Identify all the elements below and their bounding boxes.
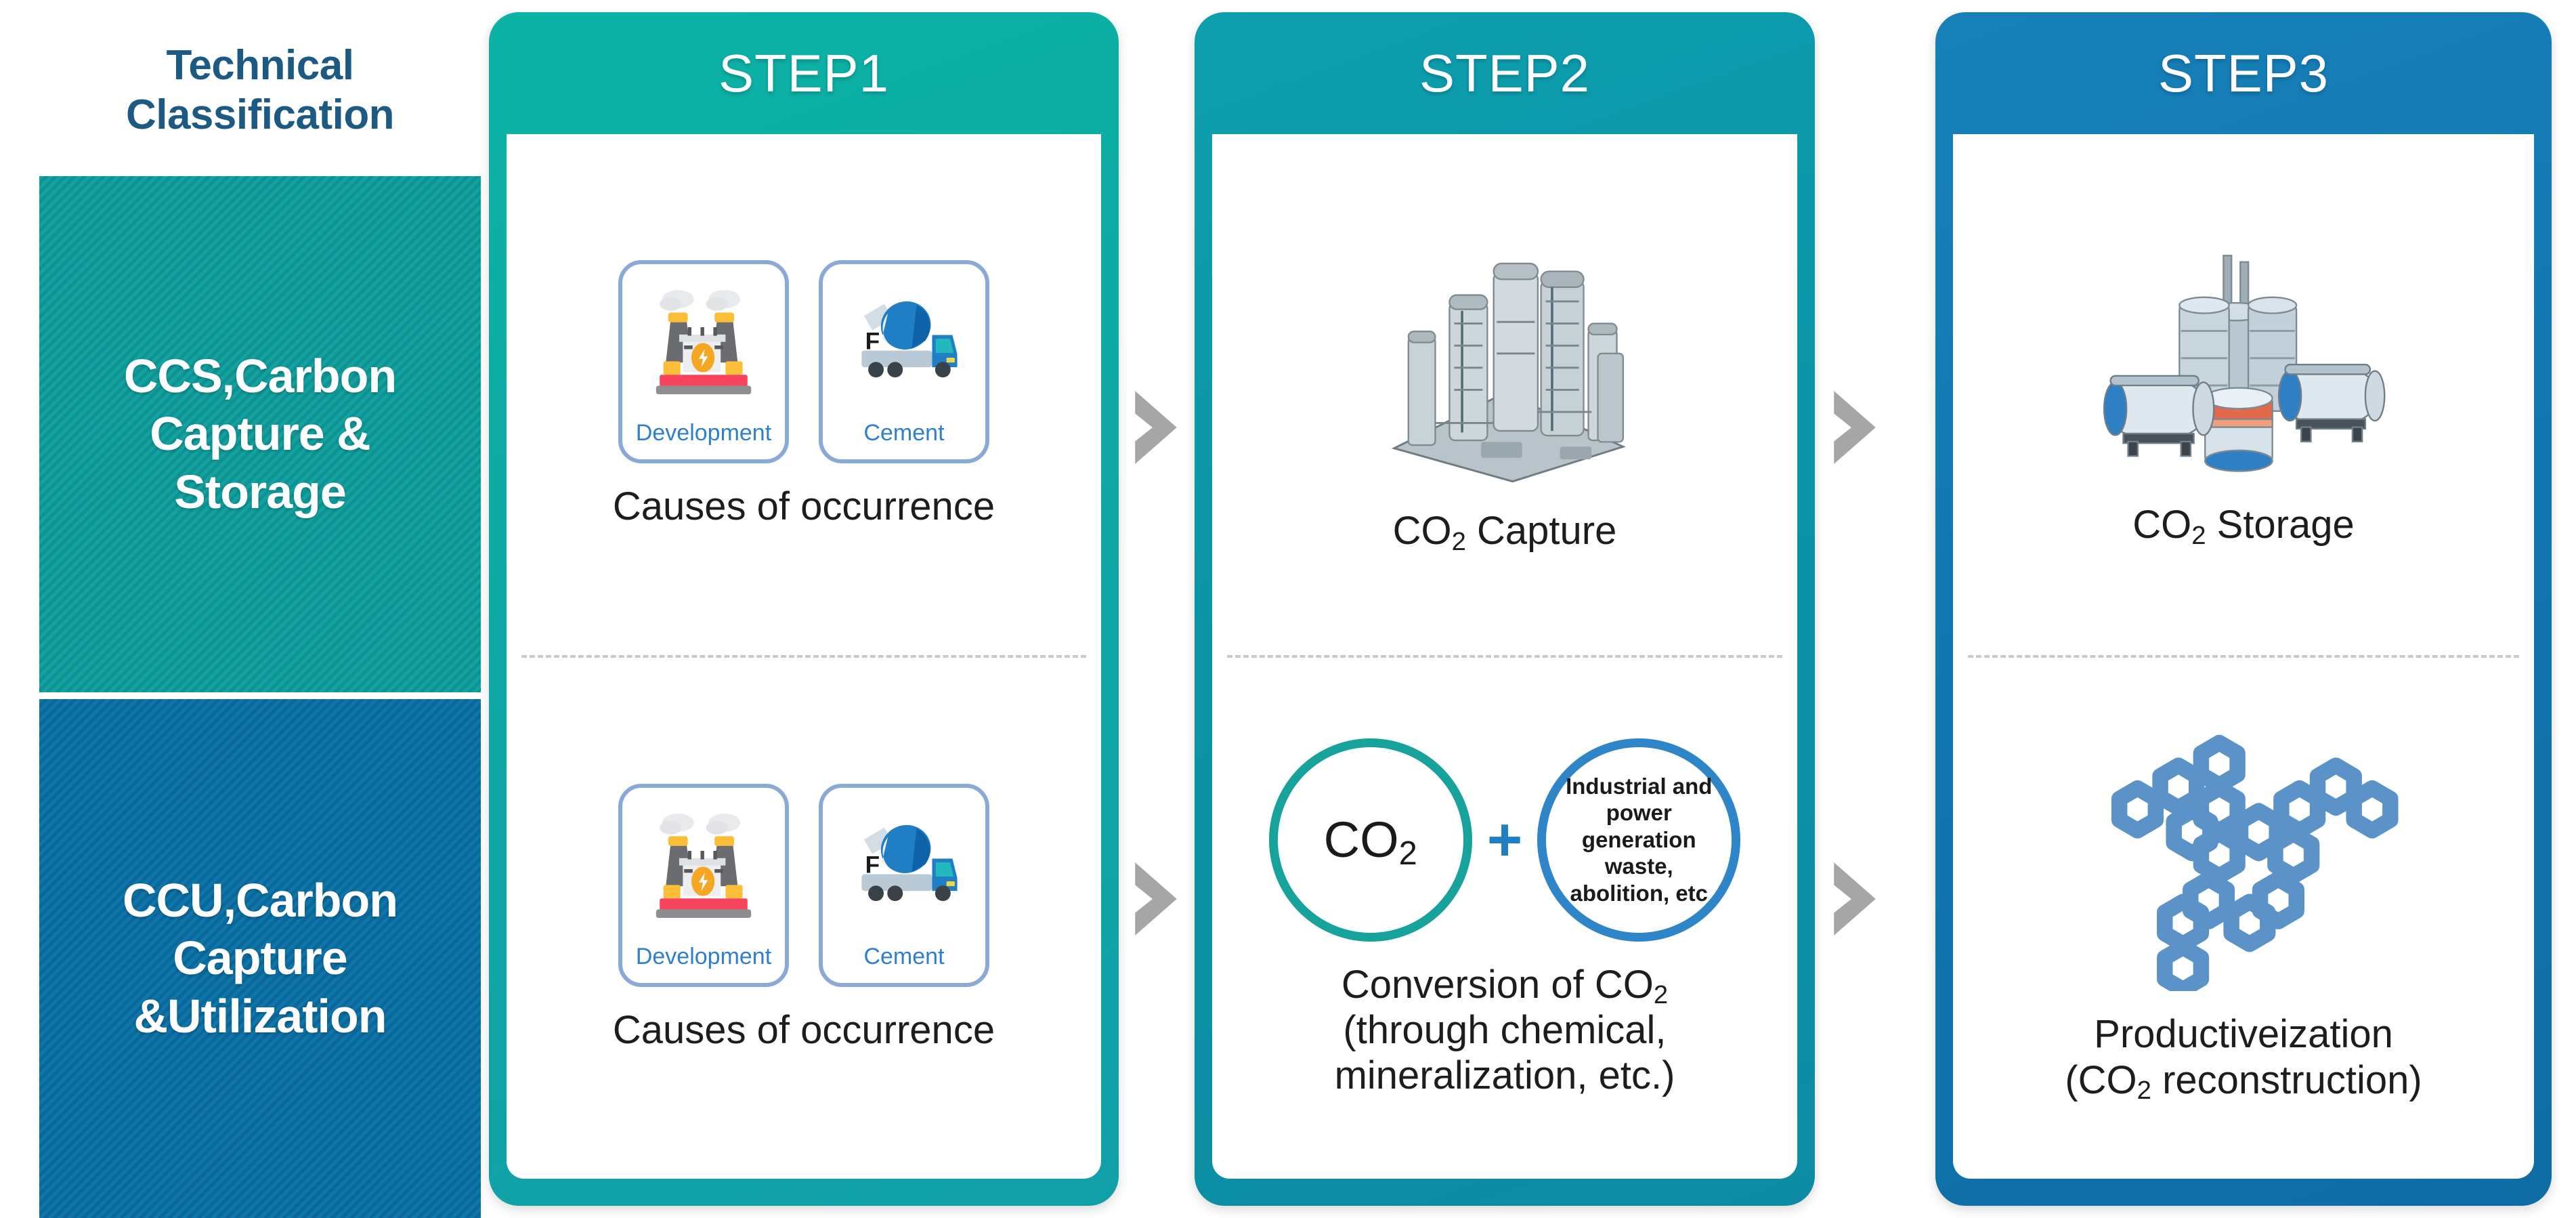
step-2-bottom-caption-line-2: (through chemical, [1343, 1007, 1667, 1052]
step-2-top-caption-sub: 2 [1451, 526, 1466, 556]
plus-icon: + [1486, 805, 1523, 874]
step-3-top-caption-pre: CO [2132, 503, 2192, 547]
co2-circle-label: CO [1323, 812, 1399, 868]
ccu-label-line-2: Capture [173, 931, 347, 985]
step-2-top-caption-post: Capture [1465, 509, 1617, 553]
classification-block-ccu: CCU,Carbon Capture &Utilization [39, 699, 481, 1218]
tile-cement-top[interactable]: F Cement [819, 259, 989, 463]
tile-development-top[interactable]: Development [618, 259, 789, 463]
chevron-right-icon [1828, 387, 1881, 467]
step-3-top-caption-sub: 2 [2191, 520, 2206, 550]
step-3-header: STEP3 [2158, 43, 2330, 103]
cement-mixer-truck-icon: F [823, 788, 985, 945]
step-3-top-caption-post: Storage [2206, 503, 2355, 547]
ccs-label-line-2: Capture & [150, 407, 370, 461]
step-3-bottom-caption-line-2-post: reconstruction) [2151, 1057, 2422, 1102]
step-1-top-caption: Causes of occurrence [603, 484, 1004, 529]
tile-label-cement-bottom: Cement [863, 943, 945, 969]
co2-circle-sub: 2 [1398, 835, 1417, 872]
power-plant-icon [622, 788, 785, 945]
step-1-bottom-tiles: Development F Cement [618, 783, 989, 987]
classification-title-line-2: Classification [125, 91, 395, 138]
classification-title-line-1: Technical [166, 41, 354, 89]
tile-development-bottom[interactable]: Development [618, 783, 789, 987]
step-2-bottom-caption-line-1-pre: Conversion of CO [1341, 962, 1654, 1007]
step-2-bottom-caption: Conversion of CO2 (through chemical, min… [1325, 962, 1685, 1099]
step-1-bottom-caption: Causes of occurrence [603, 1007, 1004, 1053]
step-1-top-caption-text: Causes of occurrence [612, 484, 995, 528]
step-3-bottom-caption-line-2-sub: 2 [2137, 1075, 2151, 1105]
step-2-bottom-caption-line-1-sub: 2 [1653, 980, 1669, 1009]
tile-cement-bottom[interactable]: F Cement [819, 783, 989, 987]
ccs-label-line-1: CCS,Carbon [123, 349, 397, 402]
step-1-bottom-caption-text: Causes of occurrence [612, 1007, 995, 1052]
industrial-plant-icon [1362, 235, 1647, 488]
feedstock-circle-label: Industrial and power generation waste, a… [1566, 773, 1713, 906]
classification-block-ccs: CCS,Carbon Capture & Storage [39, 176, 481, 692]
cement-mixer-truck-icon: F [823, 264, 985, 421]
step-2-top-caption-pre: CO [1392, 509, 1452, 553]
step-3-body: CO2 Storage Productiveization (CO2 recon… [1953, 134, 2534, 1179]
step-2-row-ccs: CO2 Capture [1212, 134, 1797, 655]
tile-label-development-bottom: Development [635, 943, 772, 969]
step-card-1[interactable]: STEP1 Development F Cement Causes of occ… [489, 12, 1119, 1206]
chevron-right-icon [1130, 859, 1182, 939]
step-3-bottom-caption: Productiveization (CO2 reconstruction) [2055, 1011, 2431, 1105]
conversion-equation: CO2 + Industrial and power generation wa… [1268, 738, 1741, 942]
chevron-right-icon [1828, 859, 1881, 939]
chevron-right-icon [1130, 387, 1182, 467]
tile-label-development-top: Development [635, 419, 772, 446]
step-2-top-caption: CO2 Capture [1383, 508, 1627, 556]
step-1-header: STEP1 [718, 43, 890, 103]
step-card-2[interactable]: STEP2 CO2 Capture CO2 + Industrial and p… [1195, 12, 1815, 1206]
ccs-label-line-3: Storage [174, 465, 347, 518]
co2-circle: CO2 [1268, 738, 1472, 942]
classification-title: Technical Classification [39, 12, 481, 168]
step-2-bottom-caption-line-3: mineralization, etc.) [1334, 1053, 1675, 1098]
step-3-bottom-caption-line-1: Productiveization [2094, 1012, 2393, 1057]
classification-column: Technical Classification CCS,Carbon Capt… [39, 12, 481, 1218]
ccu-label-line-3: &Utilization [133, 989, 387, 1043]
power-plant-icon [622, 264, 785, 421]
step-card-3[interactable]: STEP3 CO2 Storage Productiveization (CO2… [1935, 12, 2552, 1206]
step-1-row-ccu: Development F Cement Causes of occurrenc… [507, 658, 1101, 1179]
step-1-top-tiles: Development F Cement [618, 259, 989, 463]
storage-tanks-icon [2091, 241, 2396, 482]
ccu-label-line-1: CCU,Carbon [122, 873, 398, 927]
feedstock-circle: Industrial and power generation waste, a… [1537, 738, 1741, 942]
step-2-header: STEP2 [1419, 43, 1591, 103]
step-3-top-caption: CO2 Storage [2123, 502, 2364, 550]
step-3-bottom-caption-line-2-pre: (CO [2065, 1057, 2137, 1102]
step-2-body: CO2 Capture CO2 + Industrial and power g… [1212, 134, 1797, 1179]
step-1-row-ccs: Development F Cement Causes of occurrenc… [507, 134, 1101, 655]
step-1-body: Development F Cement Causes of occurrenc… [507, 134, 1101, 1179]
step-2-row-ccu: CO2 + Industrial and power generation wa… [1212, 658, 1797, 1179]
tile-label-cement-top: Cement [863, 419, 945, 446]
molecule-lattice-icon [2084, 734, 2403, 992]
step-3-row-ccs: CO2 Storage [1953, 134, 2534, 655]
step-3-row-ccu: Productiveization (CO2 reconstruction) [1953, 658, 2534, 1179]
